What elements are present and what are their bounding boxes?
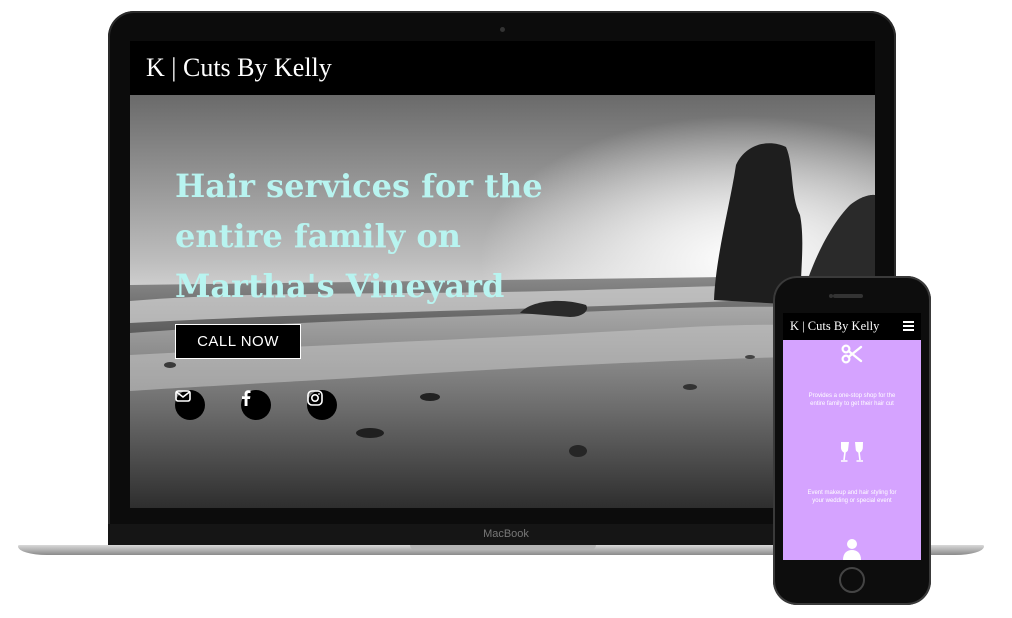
champagne-glasses-icon	[841, 442, 863, 462]
instagram-link[interactable]	[307, 390, 337, 420]
call-now-button[interactable]: CALL NOW	[175, 324, 301, 359]
hero-section: Hair services for the entire family on M…	[130, 95, 875, 508]
facebook-icon	[242, 390, 251, 406]
mobile-navbar: K | Cuts By Kelly	[783, 313, 921, 340]
phone-speaker	[833, 294, 863, 298]
mobile-site-logo[interactable]: K | Cuts By Kelly	[790, 319, 879, 334]
instagram-icon	[307, 390, 323, 406]
hero-headline: Hair services for the entire family on M…	[175, 167, 543, 305]
email-link[interactable]	[175, 390, 205, 420]
person-icon	[843, 539, 861, 560]
phone-home-button[interactable]	[839, 567, 865, 593]
service-text-haircut: Provides a one-stop shop for the entire …	[808, 393, 896, 407]
envelope-icon	[175, 390, 191, 402]
phone-screen: K | Cuts By Kelly Provides a one-stop sh…	[783, 313, 921, 560]
laptop-base-notch	[410, 545, 596, 550]
laptop-camera	[500, 27, 505, 32]
site-logo[interactable]: K | Cuts By Kelly	[146, 53, 332, 83]
site-navbar: K | Cuts By Kelly	[130, 41, 875, 96]
facebook-link[interactable]	[241, 390, 271, 420]
laptop-screen: K | Cuts By Kelly Hair services for the …	[130, 41, 875, 508]
hamburger-menu-icon[interactable]	[903, 321, 914, 331]
service-text-events: Event makeup and hair styling for your w…	[807, 490, 897, 504]
scissors-icon	[841, 344, 863, 364]
